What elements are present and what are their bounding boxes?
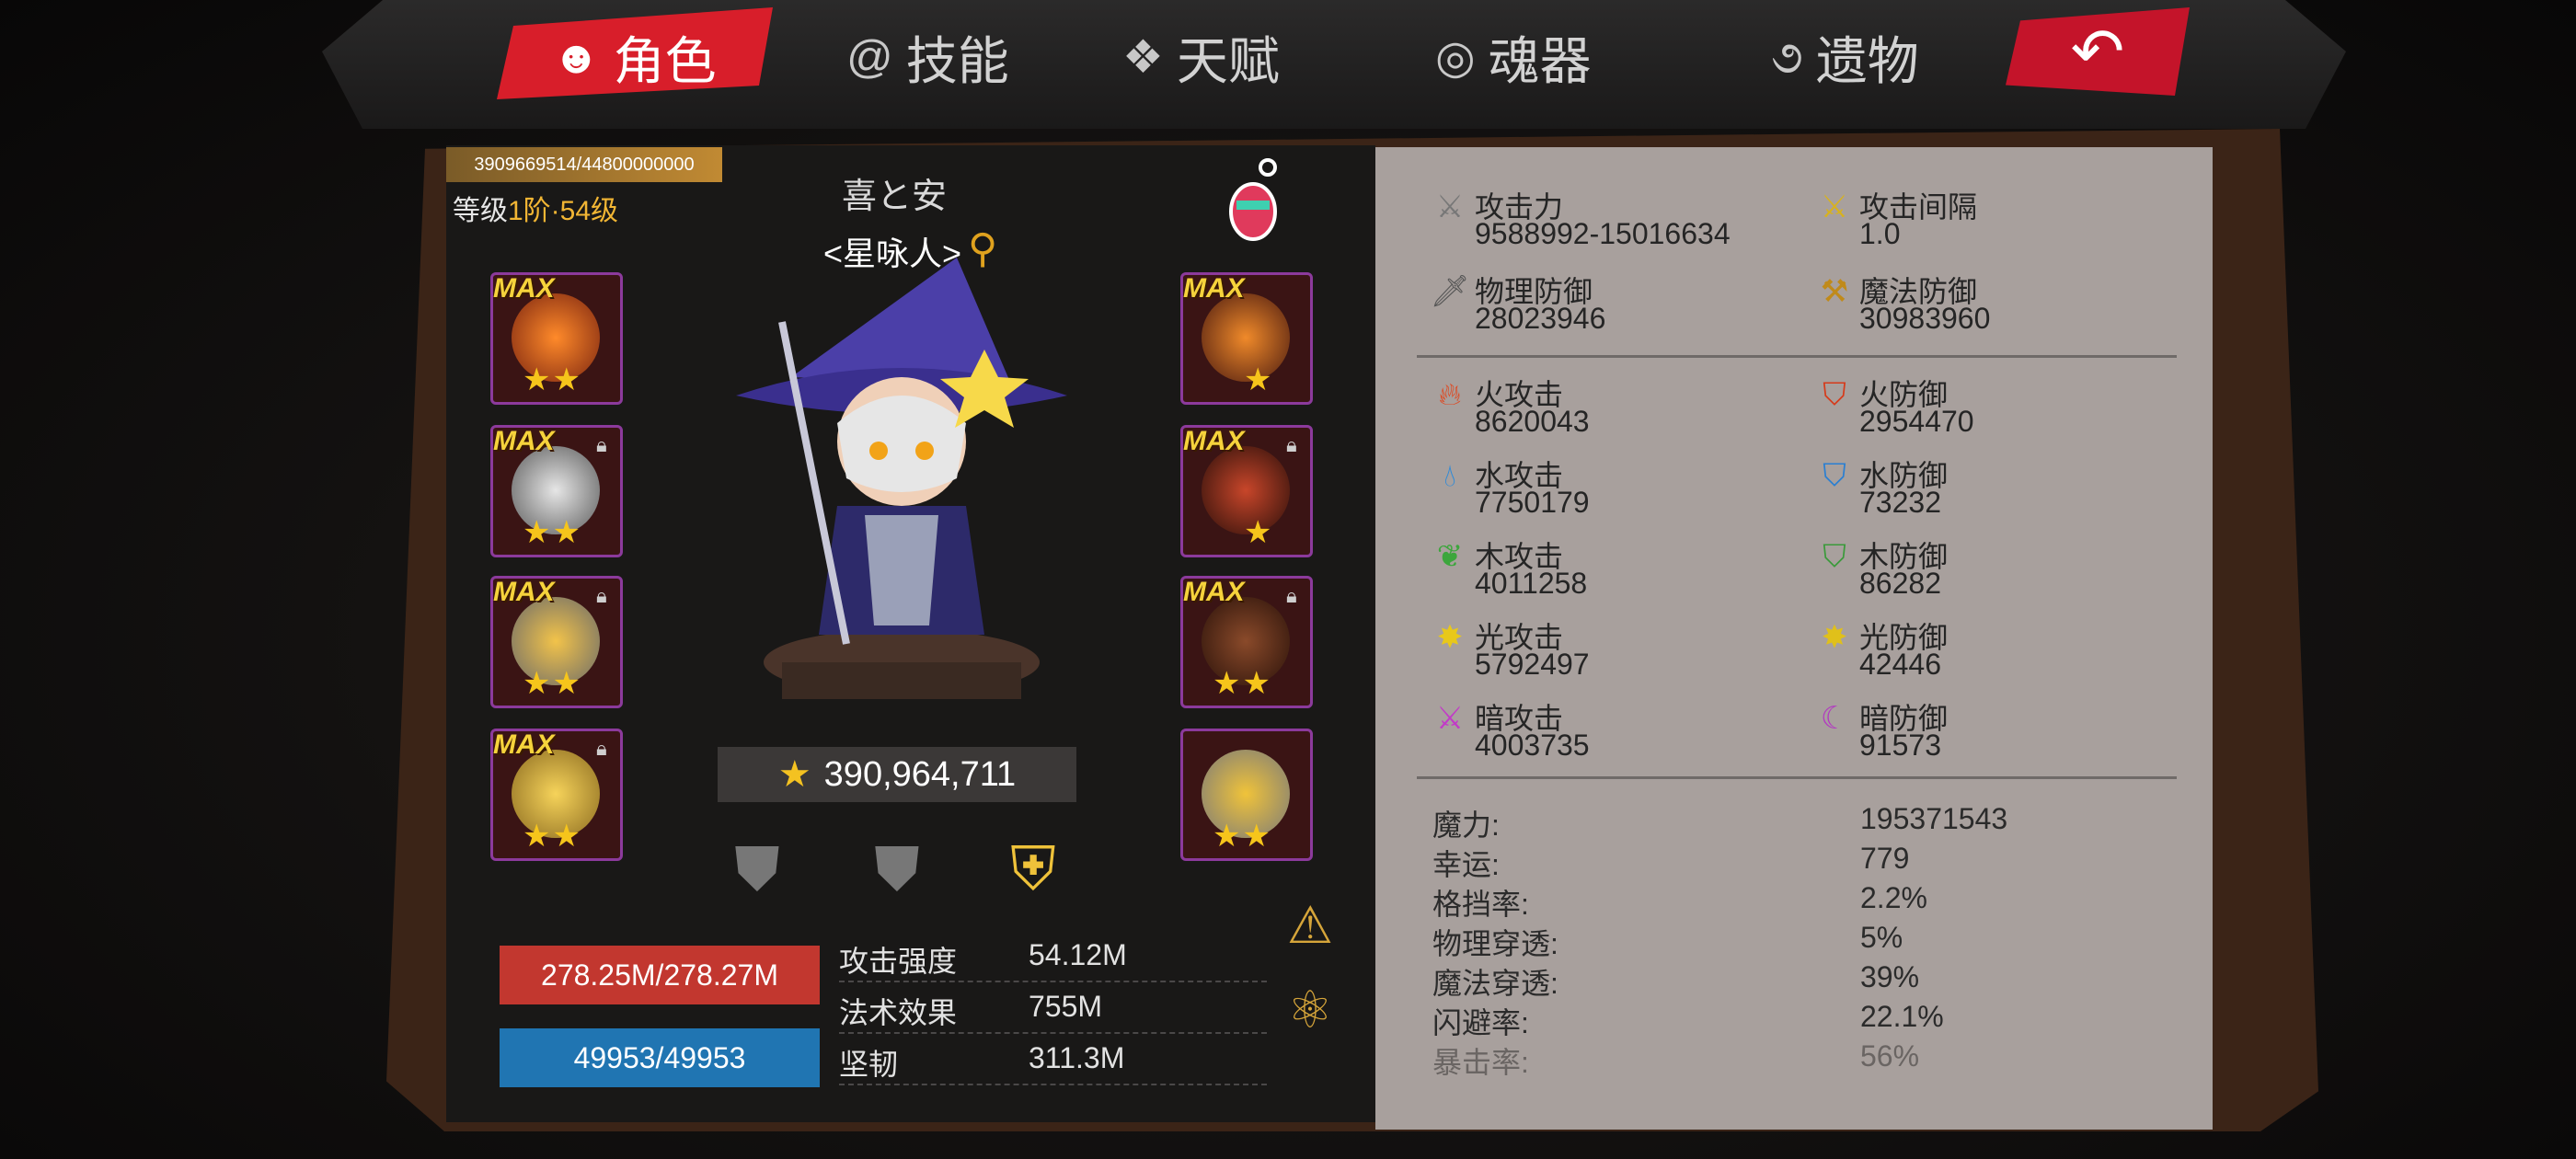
wood-defense-icon: ⛉ xyxy=(1823,538,1846,574)
substat-row: 坚韧 311.3M xyxy=(839,1032,1267,1085)
equipment-slot-armor[interactable]: MAX ★ 🔒︎ xyxy=(1180,425,1313,557)
tab-character[interactable]: ☻ 角色 xyxy=(552,20,717,94)
equipment-slot-trinket[interactable]: MAX ★★ 🔒︎ xyxy=(490,729,623,861)
level-display: 等级1阶·54级 xyxy=(453,196,619,226)
divider xyxy=(1417,776,2177,779)
lock-icon: 🔒︎ xyxy=(596,737,607,760)
attribute-row: 闪避率: 22.1% xyxy=(1432,1000,1944,1039)
wings-icon: ❖ xyxy=(1122,31,1164,83)
sword-icon: ⚔ xyxy=(1435,189,1465,224)
tab-soul-vessel[interactable]: ◎ 魂器 xyxy=(1435,20,1592,94)
dark-attack-icon: ⚔ xyxy=(1435,701,1465,736)
outfit-light-icon[interactable]: ⛊ xyxy=(716,828,799,911)
water-attack-icon: 💧︎ xyxy=(1443,457,1456,493)
outfit-heavy-icon[interactable]: ⛨ xyxy=(992,828,1075,911)
substat-row: 法术效果 755M xyxy=(839,981,1267,1034)
tab-relic[interactable]: ૭ 遗物 xyxy=(1771,20,1919,94)
lock-icon: 🔒︎ xyxy=(596,584,607,607)
outfit-medium-icon[interactable]: ⛊ xyxy=(856,828,938,911)
hp-bar: 278.25M/278.27M xyxy=(500,946,820,1004)
light-defense-icon: ✸ xyxy=(1821,620,1848,655)
attribute-row: 魔力: 195371543 xyxy=(1432,802,2008,842)
lock-icon: 🔒︎ xyxy=(1286,584,1297,607)
blade-icon: 🗡︎ xyxy=(1430,274,1470,309)
exp-bar: 3909669514/44800000000 xyxy=(446,147,722,182)
tab-talent[interactable]: ❖ 天赋 xyxy=(1122,20,1280,94)
equipment-slot-shield[interactable]: ★★ xyxy=(1180,729,1313,861)
star-icon: ★ xyxy=(777,754,811,795)
devil-icon: ☻ xyxy=(552,31,601,83)
sword-speed-icon: ⚔ xyxy=(1820,189,1849,224)
tab-skills[interactable]: @ 技能 xyxy=(846,20,1009,94)
fire-defense-icon: ⛉ xyxy=(1823,376,1846,412)
hammer-icon: ⚒ xyxy=(1820,274,1849,309)
alert-icon[interactable]: ⚠ xyxy=(1281,896,1340,955)
attribute-row: 暴击率: 56% xyxy=(1432,1039,1920,1079)
mp-bar: 49953/49953 xyxy=(500,1028,820,1087)
attribute-row: 物理穿透: 5% xyxy=(1432,921,1903,960)
divider xyxy=(1417,355,2177,358)
attribute-row: 格挡率: 2.2% xyxy=(1432,881,1927,921)
lock-icon: 🔒︎ xyxy=(596,433,607,456)
combat-power: ★ 390,964,711 xyxy=(718,747,1076,802)
fire-attack-icon: 🔥︎ xyxy=(1438,376,1462,412)
equipment-slot-weapon[interactable]: MAX ★★ xyxy=(490,272,623,405)
potion-icon[interactable] xyxy=(1216,156,1290,248)
attribute-row: 魔法穿透: 39% xyxy=(1432,960,1920,1000)
equipment-slot-pants[interactable]: MAX ★★ 🔒︎ xyxy=(1180,576,1313,708)
return-arrow-icon: ↶ xyxy=(2070,16,2125,87)
water-defense-icon: ⛉ xyxy=(1823,457,1846,493)
hero-portrait xyxy=(736,258,1067,699)
atom-icon[interactable]: ⚛ xyxy=(1281,981,1340,1039)
attribute-row: 幸运: 779 xyxy=(1432,842,1910,881)
equipment-slot-ring[interactable]: MAX ★★ 🔒︎ xyxy=(490,425,623,557)
wood-attack-icon: ❦ xyxy=(1436,539,1464,574)
lock-icon: 🔒︎ xyxy=(1286,433,1297,456)
substat-row: 攻击强度 54.12M xyxy=(839,929,1267,982)
equipment-slot-helmet[interactable]: MAX ★ xyxy=(1180,272,1313,405)
soul-icon: ◎ xyxy=(1435,31,1476,83)
equipment-slot-amulet[interactable]: MAX ★★ 🔒︎ xyxy=(490,576,623,708)
back-button[interactable]: ↶ xyxy=(2006,7,2190,96)
relic-icon: ૭ xyxy=(1771,30,1803,83)
dark-defense-icon: ☾ xyxy=(1820,701,1849,736)
swirl-icon: @ xyxy=(846,31,893,83)
light-attack-icon: ✸ xyxy=(1436,620,1464,655)
